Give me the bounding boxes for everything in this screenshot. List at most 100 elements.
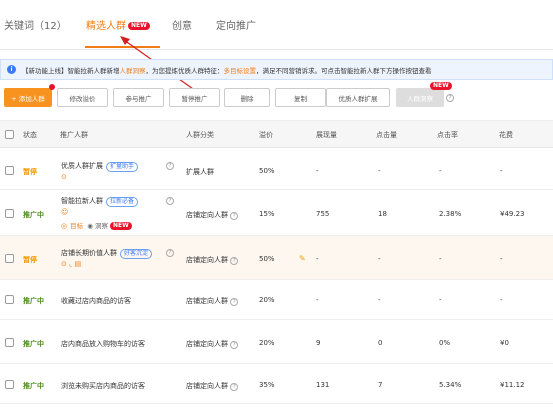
eye-icon: ◉: [87, 222, 93, 230]
category-text: 店铺定向人群: [186, 382, 228, 390]
select-all-checkbox[interactable]: [5, 130, 14, 139]
cost-cell: ¥11.12: [500, 381, 525, 389]
question-icon[interactable]: ?: [230, 257, 239, 265]
impressions-cell: 755: [316, 210, 330, 218]
row-checkbox[interactable]: [5, 166, 14, 175]
toolbar: + 添加人群 修改溢价 参与推广 暂停推广 删除 复制 优质人群扩展 人群洞察 …: [4, 82, 553, 108]
pencil-icon[interactable]: ✎: [299, 254, 306, 263]
category-text: 店铺定向人群: [186, 340, 228, 348]
status-text: 推广中: [23, 211, 44, 219]
header-cost[interactable]: 花费: [499, 130, 513, 140]
announcement-link-insight[interactable]: 人群洞察: [120, 65, 146, 75]
category-text: 店铺定向人群: [186, 297, 228, 305]
premium-cell[interactable]: 20%: [259, 296, 275, 304]
table-row: 推广中 浏览未购买店内商品的访客 店铺定向人群 ? 35% 131 7 5.34…: [0, 364, 553, 404]
ctr-cell: 2.38%: [439, 210, 462, 218]
new-badge: NEW: [110, 222, 132, 230]
impressions-cell: -: [316, 255, 319, 263]
crowd-name[interactable]: 优质人群扩展: [61, 162, 103, 170]
question-icon[interactable]: ?: [446, 94, 454, 102]
question-icon[interactable]: ?: [166, 197, 174, 205]
premium-cell[interactable]: 15%: [259, 210, 275, 218]
notification-dot: [49, 84, 55, 90]
tab-bar: 关键词（12） 精选人群 NEW 创意 定向推广: [0, 0, 553, 50]
premium-cell[interactable]: 20%: [259, 339, 275, 347]
ctr-cell: 5.34%: [439, 381, 462, 389]
tab-creative[interactable]: 创意: [172, 17, 192, 32]
row-checkbox[interactable]: [5, 295, 14, 304]
header-crowd: 推广人群: [60, 131, 88, 139]
row-checkbox[interactable]: [5, 209, 14, 218]
cost-cell: -: [500, 255, 503, 263]
crowd-name[interactable]: 收藏过店内商品的访客: [61, 296, 131, 306]
impressions-cell: -: [316, 167, 319, 175]
table-row: 推广中 智能拉新人群 拉新必备 ? ☺ ◎ 目标 ◉ 洞察 NEW 店铺定向人群 ? …: [0, 190, 553, 236]
crowd-name[interactable]: 店内商品放入购物车的访客: [61, 339, 145, 349]
insight-new-badge: NEW: [430, 82, 452, 90]
crowd-name[interactable]: 浏览未购买店内商品的访客: [61, 381, 145, 391]
delete-button[interactable]: 删除: [224, 88, 270, 107]
category-cell: 店铺定向人群 ?: [186, 381, 239, 391]
target-icon: ◎: [61, 222, 68, 230]
question-icon[interactable]: ?: [166, 162, 174, 170]
crowd-tag: 拉新必备: [106, 197, 139, 207]
insight-link[interactable]: 洞察: [95, 222, 108, 230]
cost-cell: -: [500, 296, 503, 304]
header-impressions[interactable]: 展现量: [316, 130, 337, 140]
header-ctr[interactable]: 点击率: [437, 130, 458, 140]
header-status: 状态: [23, 131, 37, 139]
announcement-link-multitarget[interactable]: 多目标设置: [224, 65, 257, 75]
premium-cell[interactable]: 35%: [259, 381, 275, 389]
question-icon[interactable]: ?: [230, 383, 239, 391]
cost-cell: ¥49.23: [500, 210, 525, 218]
category-cell: 店铺定向人群 ?: [186, 210, 239, 220]
chart-icon[interactable]: ⌞: [69, 260, 72, 268]
category-text: 店铺定向人群: [186, 211, 228, 219]
clicks-cell: 0: [378, 339, 383, 347]
ctr-cell: -: [439, 255, 442, 263]
copy-button[interactable]: 复制: [275, 88, 326, 107]
category-cell: 扩展人群: [186, 168, 214, 176]
clicks-cell: -: [378, 167, 381, 175]
announcement-middle: ，为您提炼优质人群特征：: [145, 66, 224, 75]
question-icon[interactable]: ?: [230, 212, 239, 220]
crowd-expand-button[interactable]: 优质人群扩展: [326, 88, 390, 107]
table-row: 暂停 优质人群扩展 扩量助手 ? ⊙ 扩展人群 50% - - - -: [0, 149, 553, 190]
row-checkbox[interactable]: [5, 380, 14, 389]
add-crowd-button[interactable]: + 添加人群: [4, 88, 52, 107]
premium-cell[interactable]: 50%: [259, 255, 275, 263]
pause-promotion-button[interactable]: 暂停推广: [169, 88, 220, 107]
settings-icon[interactable]: ⊙: [61, 173, 67, 181]
crowd-insight-button[interactable]: 人群洞察: [396, 88, 444, 107]
header-premium[interactable]: 溢价: [259, 130, 273, 140]
impressions-cell: 131: [316, 381, 330, 389]
question-icon[interactable]: ?: [166, 249, 174, 257]
clicks-cell: 7: [378, 381, 383, 389]
row-checkbox[interactable]: [5, 338, 14, 347]
crowd-name[interactable]: 智能拉新人群: [61, 197, 103, 205]
target-link[interactable]: 目标: [70, 222, 83, 230]
tab-targeted-promotion[interactable]: 定向推广: [216, 17, 256, 32]
info-icon: i: [7, 65, 16, 74]
join-promotion-button[interactable]: 参与推广: [113, 88, 164, 107]
premium-cell[interactable]: 50%: [259, 167, 275, 175]
cost-cell: ¥0: [500, 339, 509, 347]
crowd-tag: 好客沉淀: [120, 249, 153, 259]
tab-selected-crowds[interactable]: 精选人群 NEW: [86, 17, 150, 32]
clicks-cell: -: [378, 255, 381, 263]
tab-keywords[interactable]: 关键词（12）: [4, 17, 67, 32]
edit-bid-button[interactable]: 修改溢价: [57, 88, 108, 107]
question-icon[interactable]: ?: [230, 341, 239, 349]
smile-icon: ☺: [61, 208, 69, 216]
header-clicks[interactable]: 点击量: [376, 130, 397, 140]
report-icon[interactable]: ▤: [75, 260, 82, 268]
table-row: 推广中 收藏过店内商品的访客 店铺定向人群 ? 20% - - - -: [0, 280, 553, 320]
settings-icon[interactable]: ⊙: [61, 260, 67, 268]
tab-selected-crowds-label: 精选人群: [86, 21, 126, 32]
crowd-name-cell: 优质人群扩展 扩量助手: [61, 161, 139, 172]
question-icon[interactable]: ?: [230, 298, 239, 306]
status-text: 暂停: [23, 168, 37, 176]
crowd-name[interactable]: 店铺长期价值人群: [61, 249, 117, 257]
row-checkbox[interactable]: [5, 254, 14, 263]
crowd-tag: 扩量助手: [106, 162, 139, 172]
